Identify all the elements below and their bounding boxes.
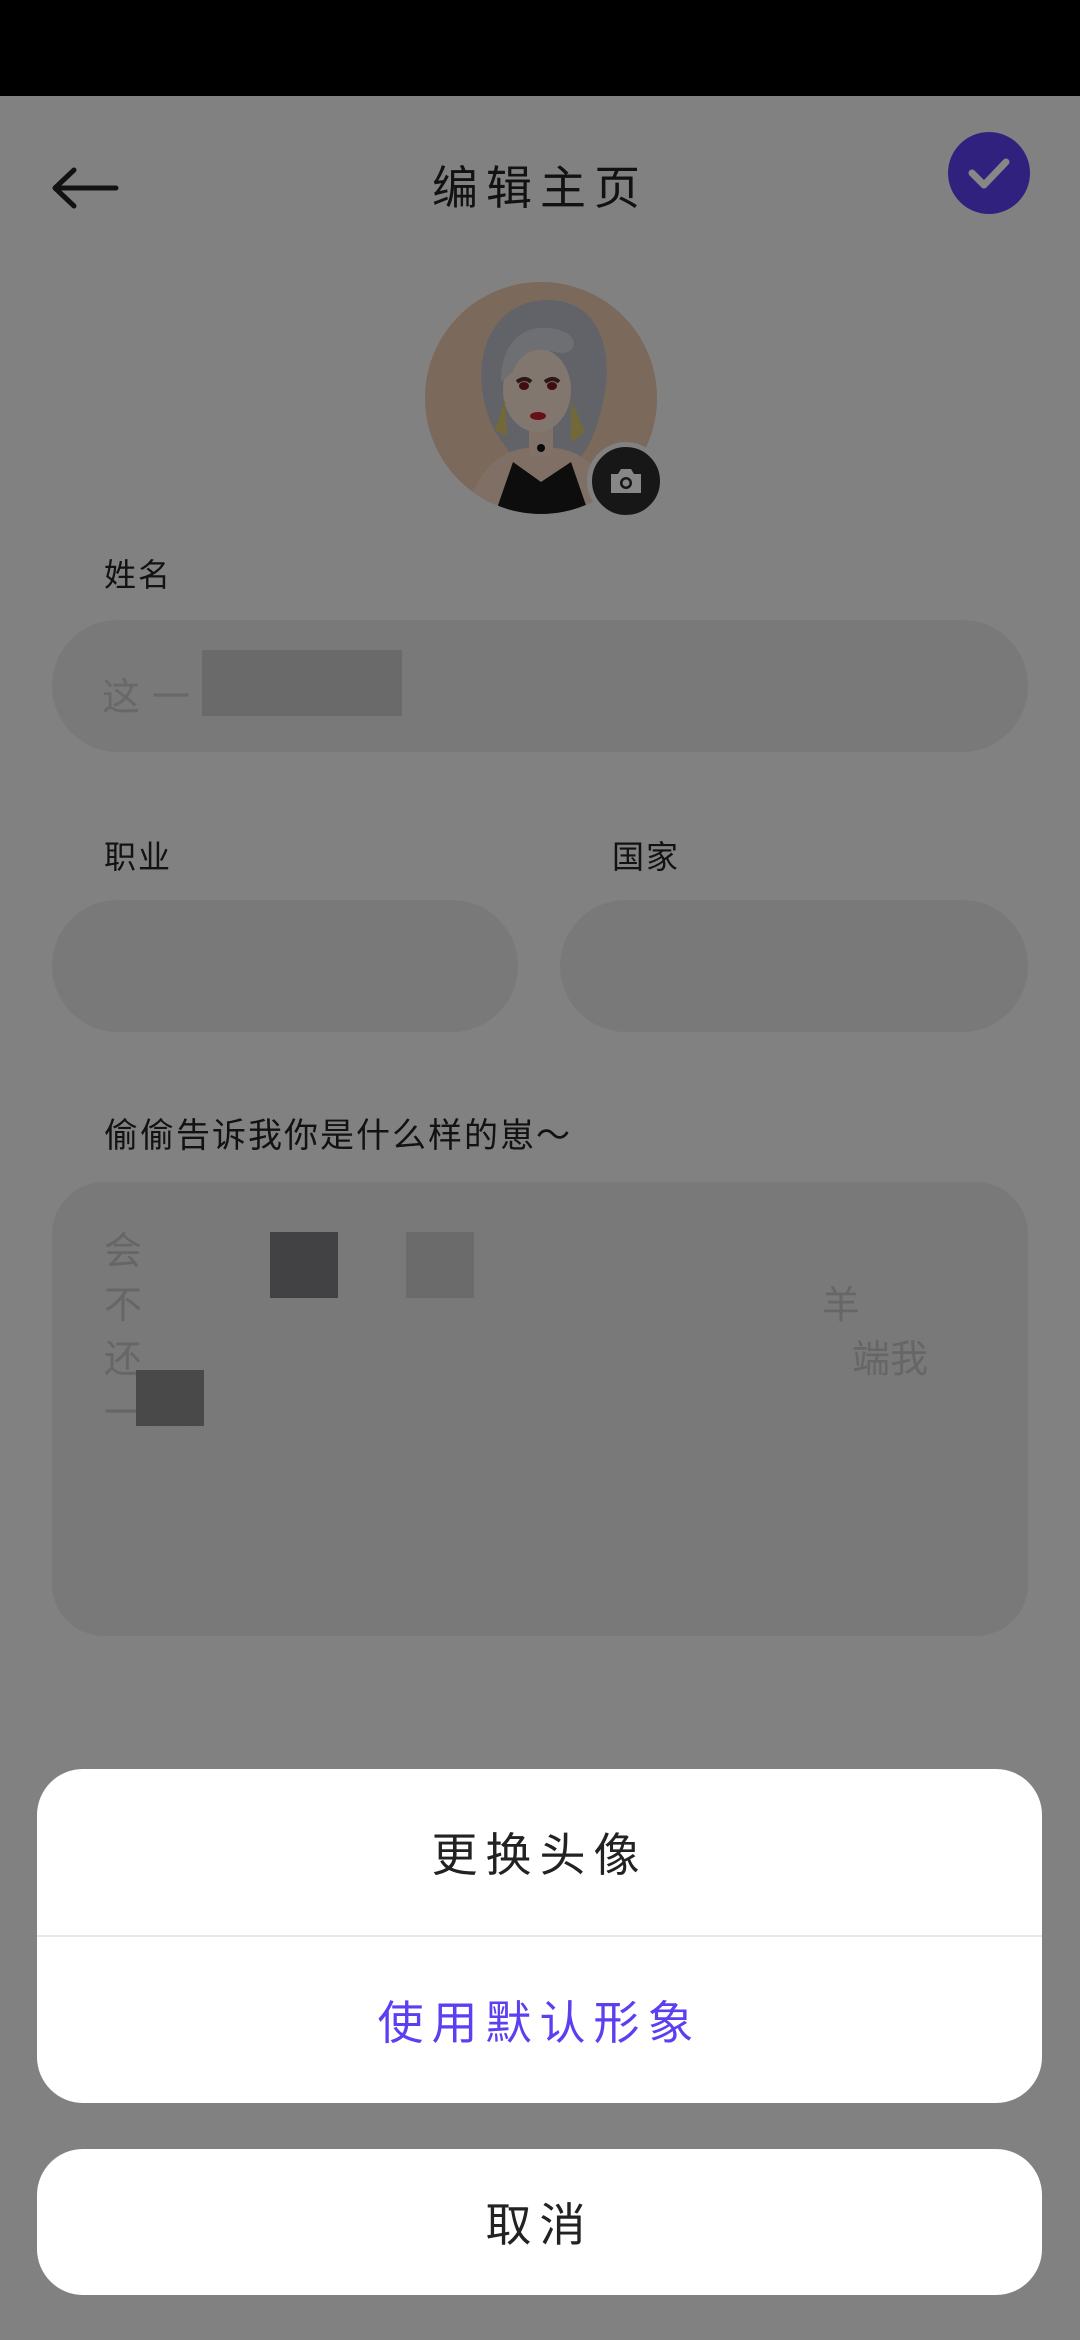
use-default-avatar-option[interactable]: 使用默认形象 <box>37 1937 1042 2103</box>
cancel-button[interactable]: 取消 <box>37 2149 1042 2295</box>
status-bar <box>0 0 1080 96</box>
action-sheet: 更换头像 使用默认形象 <box>37 1769 1042 2103</box>
change-avatar-option[interactable]: 更换头像 <box>37 1769 1042 1935</box>
